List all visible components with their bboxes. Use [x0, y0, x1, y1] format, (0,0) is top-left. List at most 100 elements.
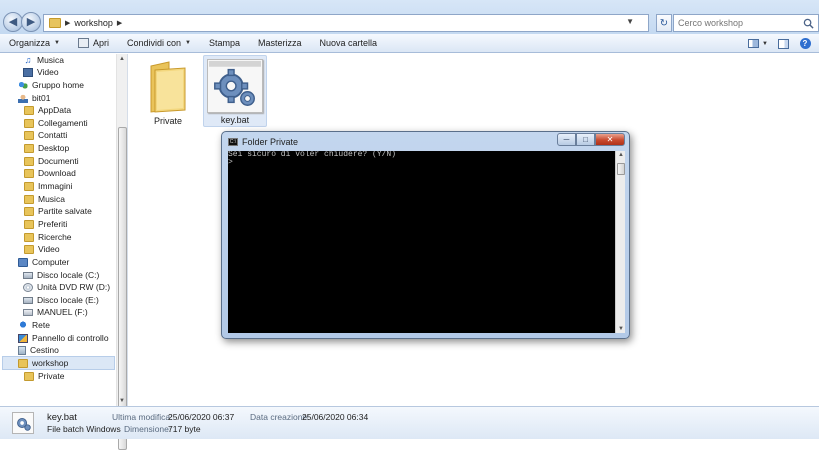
- share-button[interactable]: Condividi con ▼: [118, 34, 200, 53]
- music-icon: ♫: [24, 54, 32, 65]
- nav-item-private[interactable]: Private: [24, 370, 64, 382]
- nav-item-partite-salvate[interactable]: Partite salvate: [24, 205, 92, 217]
- back-button[interactable]: ◀: [3, 12, 23, 32]
- chevron-down-icon: ▼: [185, 40, 191, 46]
- console-window-controls: ─ □ ✕: [557, 133, 625, 146]
- burn-button[interactable]: Masterizza: [249, 34, 311, 53]
- nav-item-label: Documenti: [38, 156, 79, 166]
- nav-item-workshop[interactable]: workshop: [2, 356, 115, 370]
- nav-item-music-library[interactable]: ♫ Musica: [23, 54, 64, 66]
- nav-item-label: Contatti: [38, 130, 68, 140]
- console-output[interactable]: Sei sicuro di voler chiudere? (Y/N) >: [228, 151, 615, 333]
- console-icon: C:\: [228, 138, 238, 146]
- nav-item-homegroup[interactable]: Gruppo home: [18, 79, 84, 91]
- open-button[interactable]: Apri: [69, 34, 118, 53]
- print-button[interactable]: Stampa: [200, 34, 249, 53]
- nav-item-label: Ricerche: [38, 232, 72, 242]
- nav-item-network[interactable]: Rete: [18, 319, 50, 331]
- help-button[interactable]: ?: [797, 37, 813, 51]
- drive-icon: [23, 296, 33, 304]
- organize-button[interactable]: Organizza ▼: [0, 34, 69, 53]
- nav-item-preferiti[interactable]: Preferiti: [24, 218, 67, 230]
- nav-item-ricerche[interactable]: Ricerche: [24, 231, 72, 243]
- open-label: Apri: [92, 38, 109, 48]
- nav-item-recycle-bin[interactable]: Cestino: [18, 344, 59, 356]
- video-icon: [23, 67, 33, 77]
- nav-item-download[interactable]: Download: [24, 167, 76, 179]
- new-folder-button[interactable]: Nuova cartella: [311, 34, 387, 53]
- folder-icon: [24, 219, 34, 229]
- scroll-up-icon[interactable]: ▲: [119, 56, 125, 62]
- close-button[interactable]: ✕: [595, 133, 625, 146]
- forward-button[interactable]: ▶: [21, 12, 41, 32]
- nav-item-drive-e[interactable]: Disco locale (E:): [23, 294, 99, 306]
- console-line: Sei sicuro di voler chiudere? (Y/N): [228, 151, 397, 159]
- change-view-button[interactable]: [745, 37, 761, 51]
- address-box[interactable]: ▶ workshop ▶ ▼: [43, 14, 649, 32]
- console-scrollbar[interactable]: ▲ ▼: [615, 151, 625, 333]
- file-item-key-bat[interactable]: key.bat: [203, 55, 267, 127]
- chevron-down-icon: ▼: [762, 40, 768, 47]
- search-input[interactable]: [678, 18, 803, 28]
- scroll-up-icon[interactable]: ▲: [618, 152, 624, 158]
- print-label: Stampa: [208, 38, 241, 48]
- folder-icon: [18, 358, 28, 368]
- scroll-down-icon[interactable]: ▼: [618, 326, 624, 332]
- nav-item-appdata[interactable]: AppData: [24, 104, 71, 116]
- console-window[interactable]: C:\ Folder Private ─ □ ✕ Sei sicuro di v…: [221, 131, 630, 339]
- toolbar-right: ▼ ?: [745, 34, 819, 53]
- scroll-down-icon[interactable]: ▼: [119, 398, 125, 404]
- help-icon: ?: [799, 38, 811, 49]
- search-box[interactable]: [673, 14, 819, 32]
- nav-item-drive-f[interactable]: MANUEL (F:): [23, 306, 88, 318]
- refresh-button[interactable]: ↻: [656, 14, 672, 32]
- nav-item-contatti[interactable]: Contatti: [24, 129, 67, 141]
- nav-item-label: Preferiti: [38, 219, 68, 229]
- nav-item-label: MANUEL (F:): [37, 307, 88, 317]
- nav-item-immagini[interactable]: Immagini: [24, 180, 72, 192]
- maximize-button[interactable]: □: [576, 133, 595, 146]
- nav-item-video-library[interactable]: Video: [23, 66, 59, 78]
- folder-icon: [24, 181, 34, 191]
- nav-item-user[interactable]: bit01: [18, 92, 50, 104]
- nav-item-video[interactable]: Video: [24, 243, 60, 255]
- nav-item-label: Musica: [37, 55, 64, 65]
- preview-pane-button[interactable]: [775, 37, 791, 51]
- chevron-right-icon[interactable]: ▶: [65, 19, 70, 27]
- nav-item-drive-c[interactable]: Disco locale (C:): [23, 269, 99, 281]
- nav-item-label: workshop: [32, 358, 69, 368]
- search-icon[interactable]: [803, 18, 814, 29]
- folder-icon: [24, 206, 34, 216]
- nav-item-label: AppData: [38, 105, 72, 115]
- network-icon: [18, 320, 28, 330]
- folder-icon: [24, 143, 34, 153]
- new-folder-label: Nuova cartella: [319, 38, 378, 48]
- nav-item-documenti[interactable]: Documenti: [24, 155, 79, 167]
- nav-item-computer[interactable]: Computer: [18, 256, 69, 268]
- nav-item-drive-d[interactable]: Unità DVD RW (D:): [23, 281, 110, 293]
- nav-item-control-panel[interactable]: Pannello di controllo: [18, 332, 109, 344]
- nav-scrollbar[interactable]: ▲ ▼: [116, 54, 127, 450]
- nav-item-musica[interactable]: Musica: [24, 193, 65, 205]
- computer-icon: [18, 257, 28, 267]
- console-scroll-thumb[interactable]: [617, 163, 625, 175]
- close-icon: ✕: [606, 135, 614, 144]
- chevron-down-icon[interactable]: ▼: [626, 17, 634, 26]
- details-created-value: 25/06/2020 06:34: [302, 412, 369, 422]
- nav-item-label: Disco locale (E:): [37, 295, 99, 305]
- control-panel-icon: [18, 333, 28, 343]
- breadcrumb-workshop[interactable]: workshop: [74, 18, 113, 28]
- nav-item-label: Unità DVD RW (D:): [37, 282, 111, 292]
- minimize-button[interactable]: ─: [557, 133, 576, 146]
- details-modified-label: Ultima modifica:: [112, 412, 173, 422]
- nav-item-label: Video: [37, 67, 59, 77]
- folder-icon: [24, 105, 34, 115]
- details-modified-value: 25/06/2020 06:37: [168, 412, 235, 422]
- view-options-button[interactable]: ▼: [761, 37, 769, 51]
- folder-icon: [24, 130, 34, 140]
- nav-item-label: Musica: [38, 194, 65, 204]
- file-item-private[interactable]: Private: [136, 56, 200, 128]
- chevron-right-icon[interactable]: ▶: [117, 19, 122, 27]
- nav-item-desktop[interactable]: Desktop: [24, 142, 69, 154]
- nav-item-collegamenti[interactable]: Collegamenti: [24, 117, 88, 129]
